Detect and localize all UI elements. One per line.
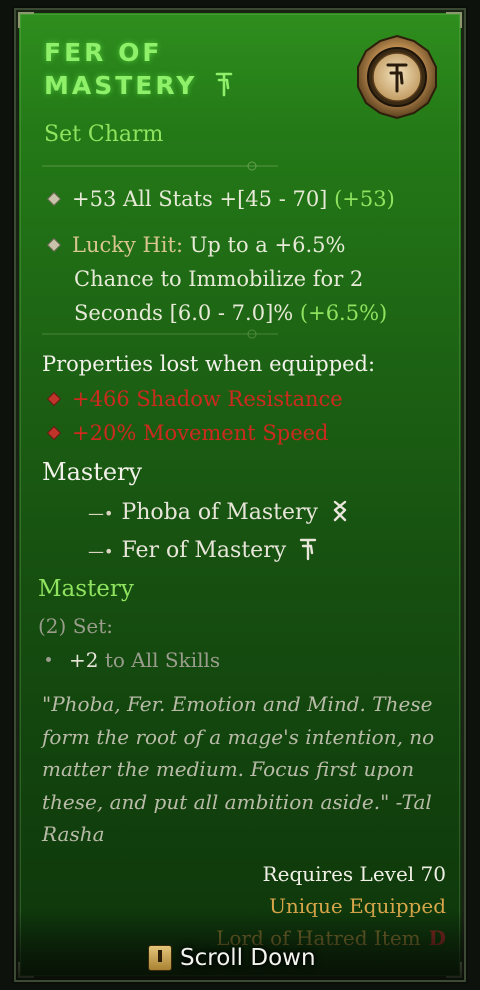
scroll-down-hint[interactable]: Scroll Down [148,942,316,974]
unique-equipped: Unique Equipped [269,894,446,918]
frame-corner [18,962,34,978]
frame-corner [446,962,462,978]
flavor-text: "Phoba, Fer. Emotion and Mind. These for… [42,692,435,846]
set-piece: —• Phoba of Mastery [88,494,349,533]
divider-ornament [42,161,278,171]
item-title: Fer of Mastery [44,36,364,102]
bullet-icon [46,657,51,662]
frame-corner [446,12,462,28]
bullet-icon [48,239,60,251]
stat-lucky-hit: Lucky Hit: Up to a +6.5% Chance to Immob… [46,228,387,330]
bullet-icon [48,393,60,405]
arrow-icon: —• [88,542,114,561]
frame-corner [18,12,34,28]
required-level: Requires Level 70 [262,862,446,886]
lost-property: +466 Shadow Resistance [46,382,343,416]
fer-rune-icon [299,538,317,561]
item-title-line1: Fer of [44,38,163,67]
expansion-logo-icon: D [428,926,446,950]
set-name: Mastery [38,576,134,602]
lost-property: +20% Movement Speed [46,416,329,450]
arrow-icon: —• [88,504,114,523]
charm-emblem-icon [357,34,437,120]
divider-ornament [42,329,278,339]
item-tooltip: Fer of Mastery Set Charm +53 All Stats [14,8,466,982]
set-bonus: +2 to All Skills [42,648,220,672]
fer-rune-icon [215,72,233,97]
key-icon [148,945,172,971]
set-piece: —• Fer of Mastery [88,532,317,571]
item-title-line2: Mastery [44,71,198,100]
item-type: Set Charm [44,122,164,147]
bullet-icon [48,193,60,205]
set-heading: Mastery [42,458,143,486]
lost-properties-heading: Properties lost when equipped: [42,352,376,376]
stat-all-stats: +53 All Stats +[45 - 70] (+53) [46,182,395,216]
phoba-rune-icon [333,500,347,522]
set-count: (2) Set: [38,614,113,638]
bullet-icon [48,427,60,439]
